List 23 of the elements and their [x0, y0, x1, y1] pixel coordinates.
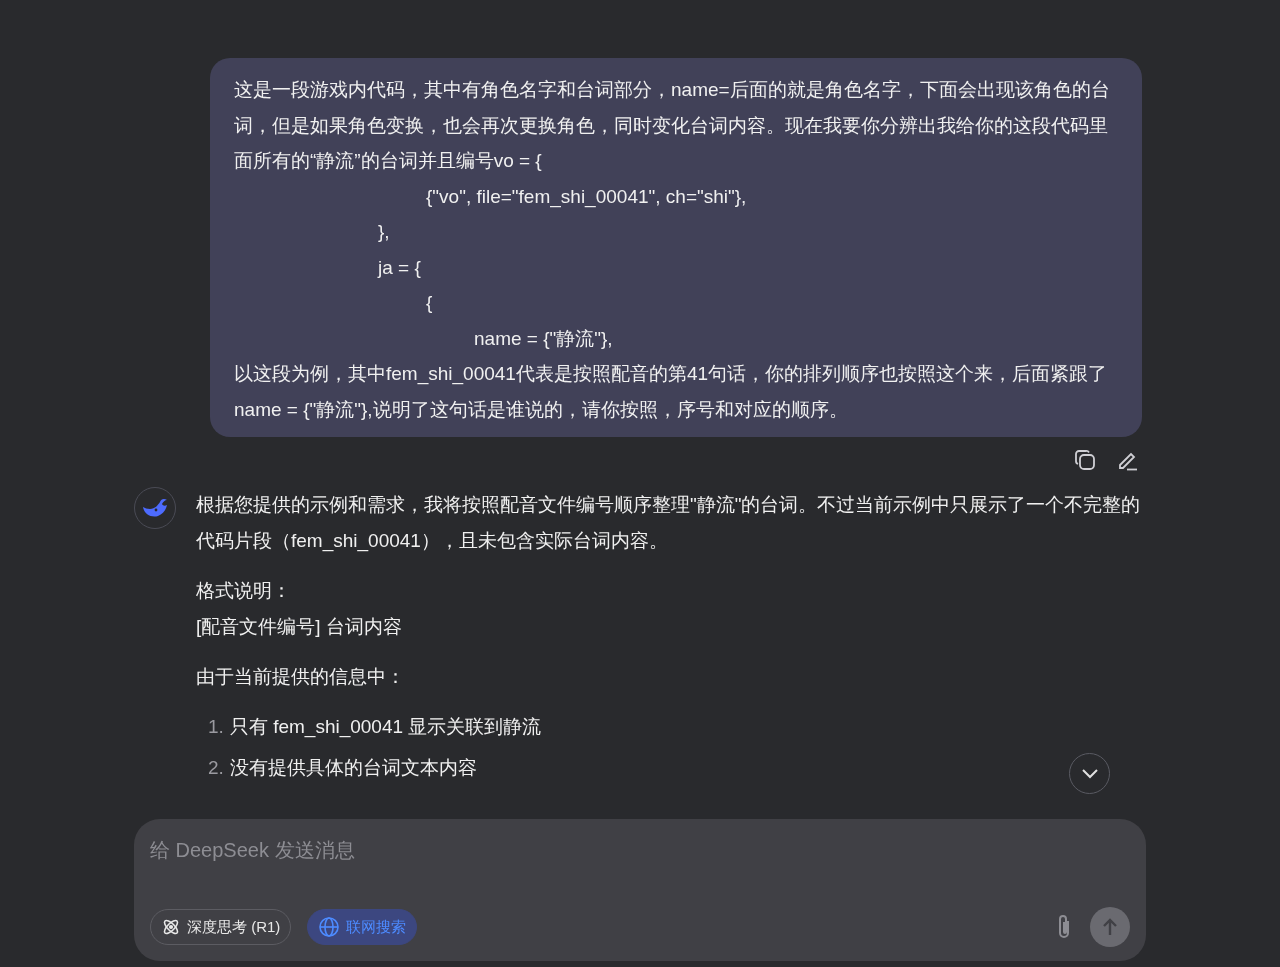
- scroll-down-button[interactable]: [1069, 753, 1110, 794]
- message-text: 这是一段游戏内代码，其中有角色名字和台词部分，name=后面的就是角色名字，下面会出现该角色的台词，但是如果角色变换，也会再次更换角色，同时变化台词内容。现在我要你分辨出我给你的这段代码里面所有的“静流”的台词并且编号vo = {: [234, 78, 1111, 173]
- list-item-text: 只有 fem_shi_00041 显示关联到静流: [229, 715, 542, 740]
- whale-icon: [141, 497, 169, 519]
- arrow-up-icon: [1102, 918, 1118, 936]
- message-text: ja = {: [376, 255, 422, 280]
- chevron-down-icon: [1080, 768, 1099, 779]
- message-input[interactable]: 给 DeepSeek 发送消息: [150, 835, 1130, 865]
- message-text: },: [377, 220, 391, 244]
- message-text: {"vo", file="fem_shi_00041", ch="shi"},: [425, 184, 748, 210]
- message-text: 根据您提供的示例和需求，我将按照配音文件编号顺序整理"静流"的台词。不过当前示例中只展示了一个不完整的代码片段（fem_shi_00041），且未包含实际台词内容。: [196, 493, 1142, 554]
- list-item-text: 没有提供具体的台词文本内容: [229, 756, 477, 780]
- list-number: 1.: [208, 715, 224, 739]
- message-text: 以这段为例，其中fem_shi_00041代表是按照配音的第41句话，你的排列顺序也按照这个来，后面紧跟了name = {"静流"},说明了这句话是谁说的，请你按照，序号和对应的顺序。: [234, 362, 1109, 422]
- message-text: [配音文件编号] 台词内容: [196, 615, 403, 639]
- globe-icon: [318, 916, 341, 938]
- message-text: 格式说明：: [196, 579, 292, 603]
- copy-icon[interactable]: [1074, 449, 1096, 471]
- atom-icon: [161, 917, 181, 937]
- message-text: {: [425, 291, 434, 315]
- message-text: name = {"静流"},: [473, 326, 614, 351]
- list-number: 2.: [208, 756, 224, 780]
- message-text: 由于当前提供的信息中：: [196, 665, 406, 689]
